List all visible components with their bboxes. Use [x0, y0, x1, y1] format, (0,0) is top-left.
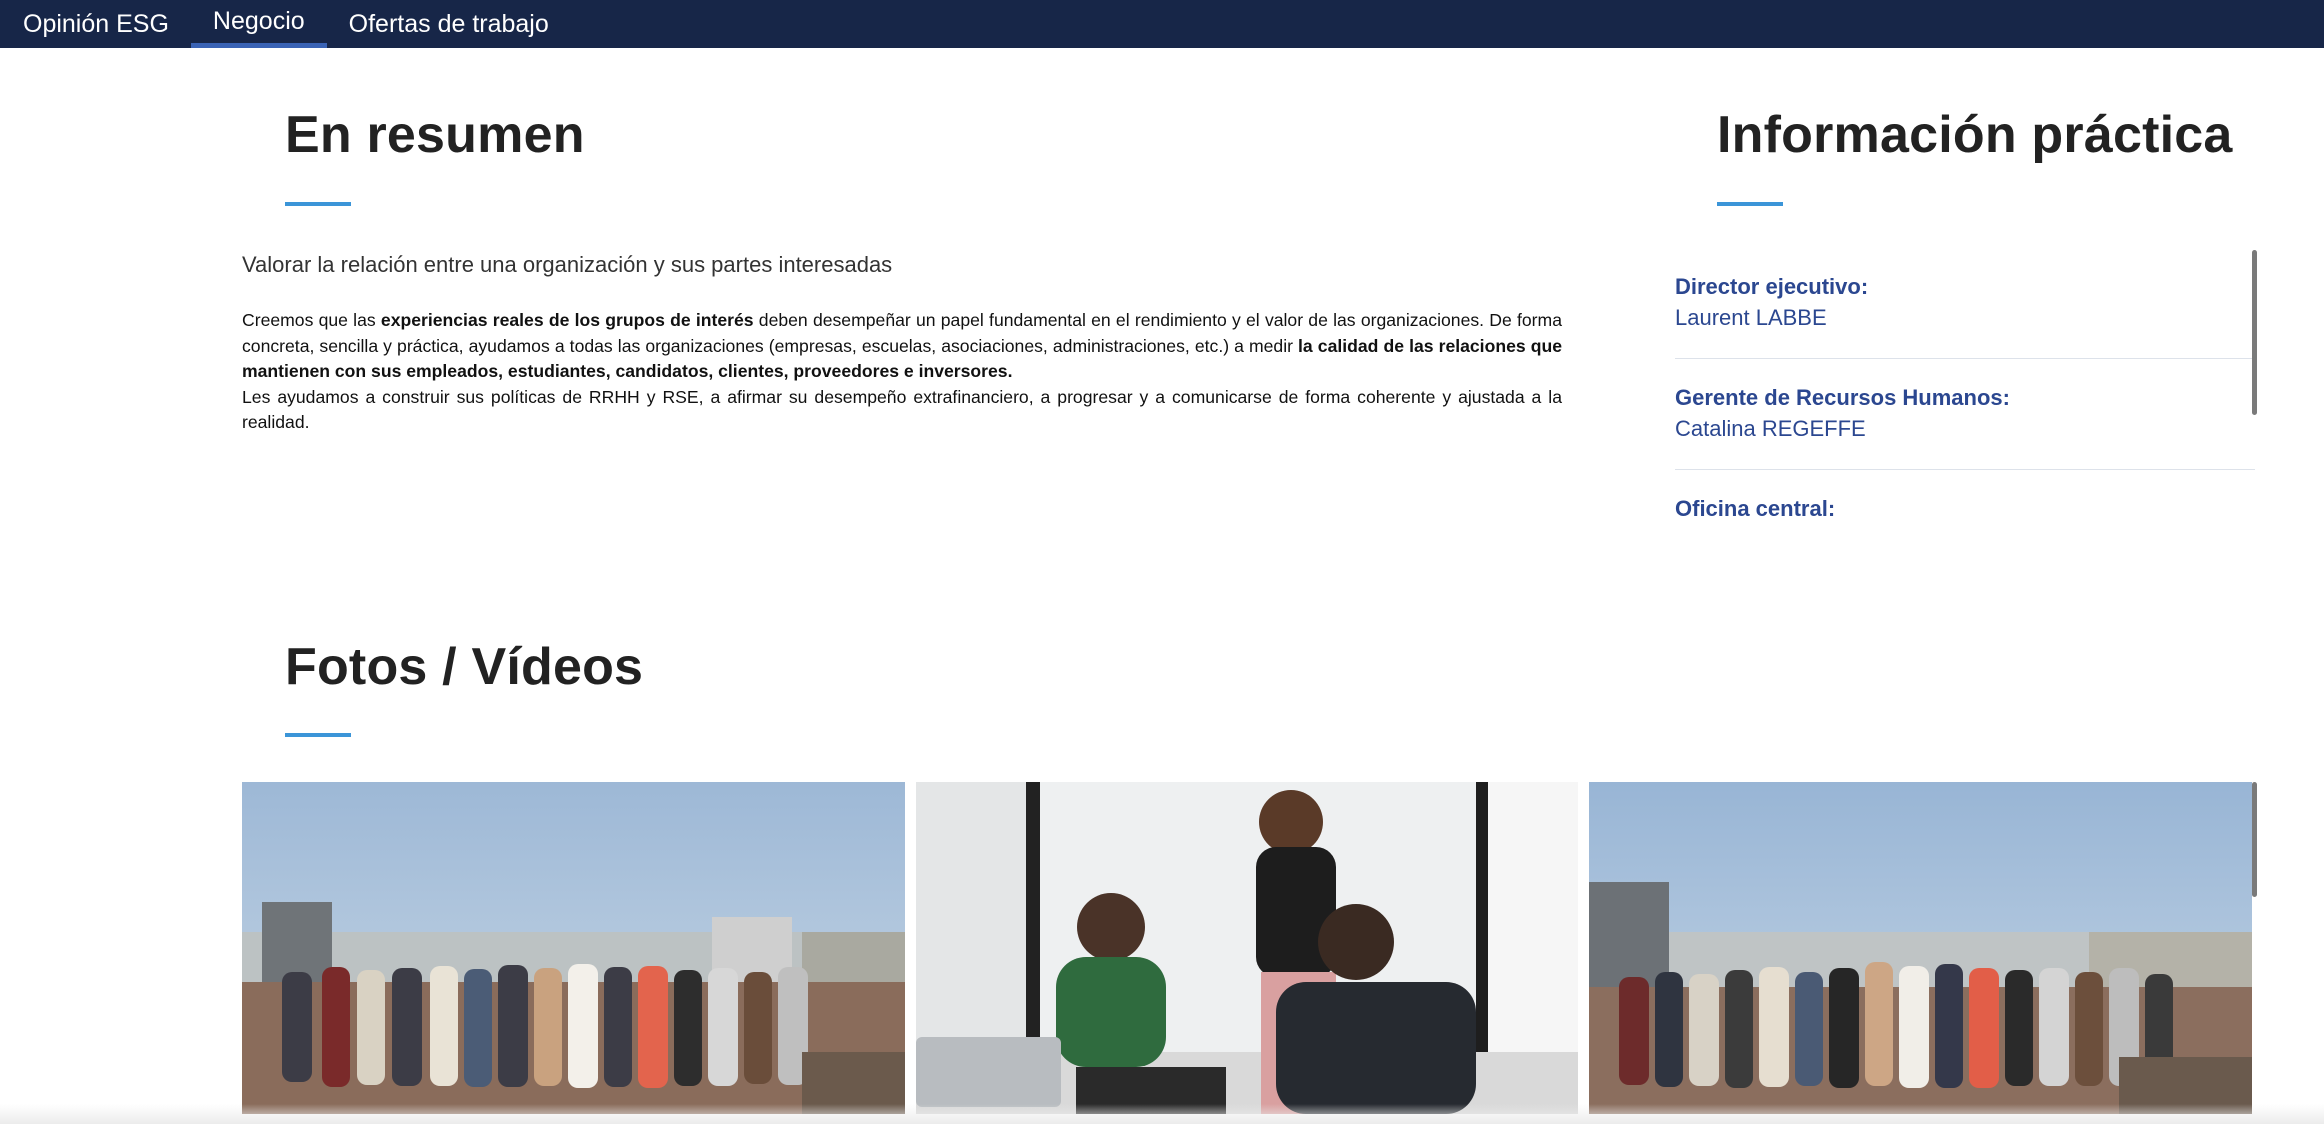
photo-team-rooftop-2-image	[1589, 782, 2252, 1114]
bottom-edge-shadow	[0, 1104, 2324, 1124]
photo-office-meeting-image	[916, 782, 1578, 1114]
info-label: Director ejecutivo:	[1675, 274, 1869, 299]
summary-title: En resumen	[285, 106, 585, 164]
info-label: Gerente de Recursos Humanos:	[1675, 385, 2010, 410]
practical-info-panel[interactable]: Director ejecutivo: Laurent LABBE Gerent…	[1675, 250, 2255, 520]
practical-title-underline	[1717, 202, 1783, 206]
tab-opinion-esg[interactable]: Opinión ESG	[0, 0, 191, 48]
summary-body: Creemos que las experiencias reales de l…	[242, 308, 1562, 436]
tab-negocio[interactable]: Negocio	[190, 0, 327, 48]
practical-title: Información práctica	[1717, 106, 2233, 164]
tab-ofertas-de-trabajo[interactable]: Ofertas de trabajo	[327, 0, 571, 48]
info-scrollbar[interactable]	[2252, 250, 2257, 415]
summary-title-underline	[285, 202, 351, 206]
media-title-underline	[285, 733, 351, 737]
photos-scrollbar[interactable]	[2252, 782, 2257, 897]
photo-office-meeting[interactable]	[916, 782, 1578, 1114]
summary-p1-a: Creemos que las	[242, 310, 381, 330]
top-nav: Opinión ESG Negocio Ofertas de trabajo	[0, 0, 2324, 48]
info-item-director: Director ejecutivo: Laurent LABBE	[1675, 272, 2255, 359]
info-value: Laurent LABBE	[1675, 305, 1827, 330]
info-item-head-office: Oficina central:	[1675, 494, 2255, 520]
photo-team-rooftop-1-image	[242, 782, 905, 1114]
media-title: Fotos / Vídeos	[285, 638, 644, 696]
summary-lead: Valorar la relación entre una organizaci…	[242, 252, 893, 277]
summary-p2: Les ayudamos a construir sus políticas d…	[242, 386, 1562, 433]
summary-p1-b: experiencias reales de los grupos de int…	[380, 310, 754, 330]
info-label: Oficina central:	[1675, 496, 1836, 520]
info-item-hr-manager: Gerente de Recursos Humanos: Catalina RE…	[1675, 383, 2255, 470]
info-value: Catalina REGEFFE	[1675, 416, 1866, 441]
photo-team-rooftop-2[interactable]	[1589, 782, 2252, 1114]
photo-team-rooftop-1[interactable]	[242, 782, 905, 1114]
